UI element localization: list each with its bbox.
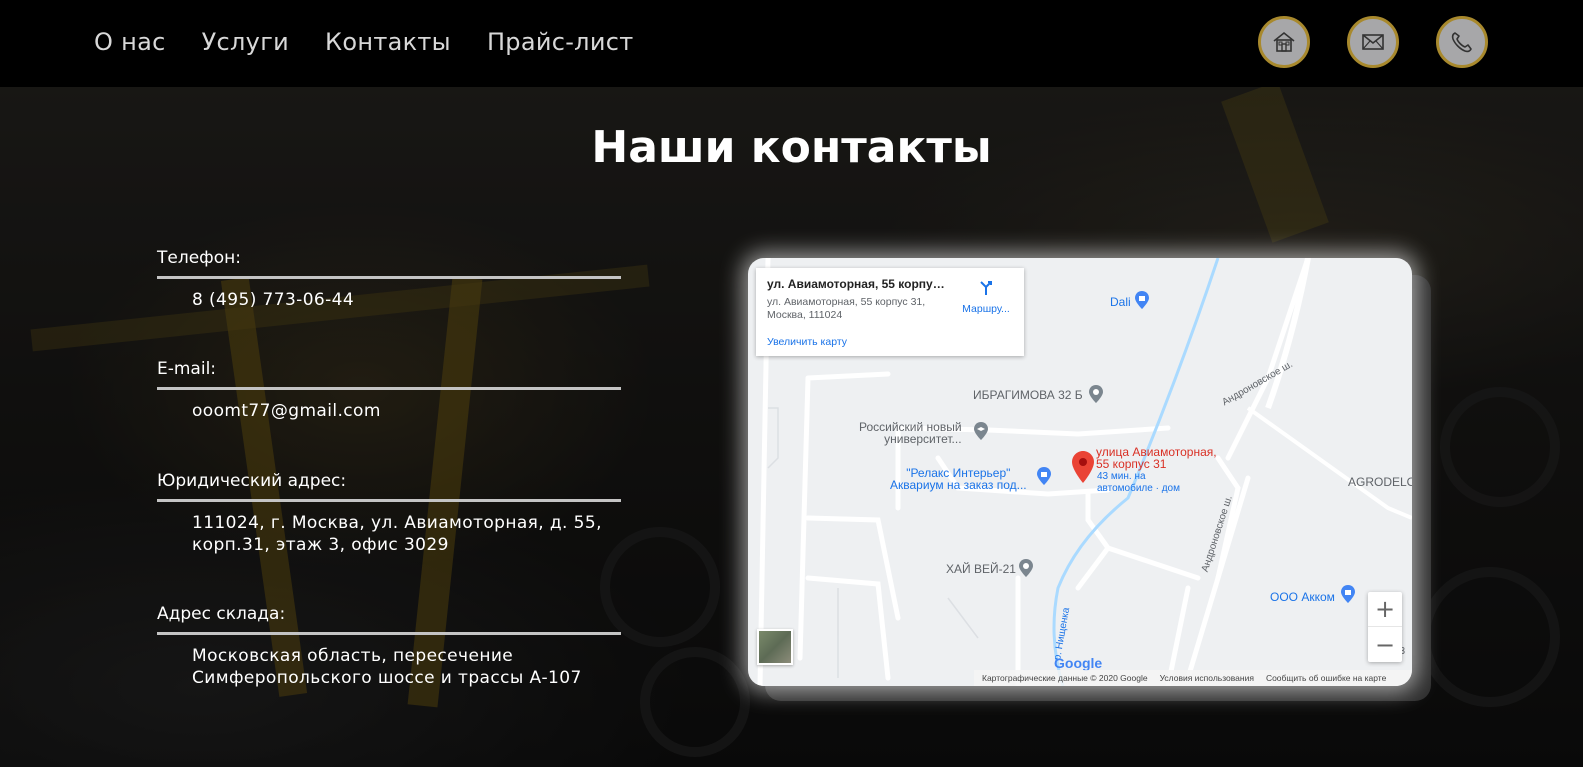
map-card-address: ул. Авиамоторная, 55 корпус 31, Москва, … — [767, 296, 947, 322]
map-card-title: ул. Авиамоторная, 55 корпу… — [767, 277, 945, 291]
map-place-university[interactable]: Российский новый университет... — [859, 421, 962, 445]
map-target-eta-line: автомобиле · дом — [1097, 483, 1180, 494]
shop-pin-icon[interactable] — [1340, 584, 1356, 604]
header-icons — [1258, 16, 1488, 68]
location-marker-icon[interactable] — [1071, 450, 1095, 484]
home-icon — [1273, 31, 1295, 52]
email-label: E-mail: — [157, 359, 621, 390]
phone-button[interactable] — [1436, 16, 1488, 68]
map-place-dali[interactable]: Dali — [1110, 296, 1131, 308]
map-card-address-line: ул. Авиамоторная, 55 корпус 31, — [767, 296, 926, 308]
directions-icon — [980, 281, 992, 295]
place-pin-icon[interactable] — [1088, 384, 1104, 404]
enlarge-map-link[interactable]: Увеличить карту — [767, 336, 847, 348]
map-terms-link[interactable]: Условия использования — [1160, 673, 1254, 683]
map-zoom-control: + − — [1368, 592, 1402, 662]
map-place-agrodelo[interactable]: AGRODELO — [1348, 476, 1412, 488]
embedded-map[interactable]: ул. Авиамоторная, 55 корпу… ул. Авиамото… — [748, 258, 1412, 686]
map-target-eta-line: 43 мин. на — [1097, 471, 1146, 482]
directions-button[interactable]: Маршру... — [956, 278, 1016, 315]
map-place-university-line: университет... — [884, 432, 962, 446]
home-button[interactable] — [1258, 16, 1310, 68]
legal-address-value: 111024, г. Москва, ул. Авиамоторная, д. … — [157, 512, 621, 556]
map-data-credit: Картографические данные © 2020 Google — [982, 673, 1148, 683]
phone-label: Телефон: — [157, 248, 621, 279]
warehouse-address-value: Московская область, пересечение Симфероп… — [157, 645, 621, 689]
warehouse-address-line: Московская область, пересечение — [192, 646, 514, 666]
map-place-relax-line: Аквариум на заказ под... — [890, 478, 1027, 492]
nav-item-price-list[interactable]: Прайс-лист — [487, 28, 634, 56]
map-place-hi-way[interactable]: ХАЙ ВЕЙ-21 — [946, 563, 1016, 575]
map-place-relax-interior[interactable]: "Релакс Интерьер" Аквариум на заказ под.… — [890, 467, 1027, 491]
zoom-out-button[interactable]: − — [1368, 627, 1402, 662]
map-card-address-line: Москва, 111024 — [767, 309, 843, 321]
map-report-link[interactable]: Сообщить об ошибке на карте — [1266, 673, 1386, 683]
page-title: Наши контакты — [591, 122, 992, 173]
warehouse-address-block: Адрес склада: Московская область, пересе… — [157, 604, 621, 689]
mail-icon — [1362, 34, 1384, 50]
legal-address-label: Юридический адрес: — [157, 471, 621, 502]
directions-label: Маршру... — [962, 303, 1010, 315]
phone-icon — [1451, 32, 1472, 53]
main-nav: О нас Услуги Контакты Прайс-лист — [94, 28, 634, 56]
university-pin-icon[interactable] — [973, 421, 989, 441]
phone-block: Телефон: 8 (495) 773-06-44 — [157, 248, 621, 311]
map-place-akkom[interactable]: ООО Акком — [1270, 591, 1335, 603]
legal-address-line: 111024, г. Москва, ул. Авиамоторная, д. … — [192, 513, 602, 533]
place-pin-icon[interactable] — [1018, 558, 1034, 578]
map-place-ibragimova[interactable]: ИБРАГИМОВА 32 Б — [973, 389, 1083, 401]
legal-address-block: Юридический адрес: 111024, г. Москва, ул… — [157, 471, 621, 556]
mail-button[interactable] — [1347, 16, 1399, 68]
warehouse-address-label: Адрес склада: — [157, 604, 621, 635]
phone-value[interactable]: 8 (495) 773-06-44 — [157, 289, 621, 311]
map-info-card: ул. Авиамоторная, 55 корпу… ул. Авиамото… — [756, 268, 1024, 356]
map-target-eta: 43 мин. на автомобиле · дом — [1097, 471, 1180, 495]
google-logo-text: Google — [1054, 655, 1103, 671]
email-value[interactable]: ooomt77@gmail.com — [157, 400, 621, 422]
map-target-line: 55 корпус 31 — [1096, 457, 1167, 471]
satellite-toggle[interactable] — [757, 629, 793, 665]
nav-item-services[interactable]: Услуги — [202, 28, 289, 56]
zoom-in-button[interactable]: + — [1368, 592, 1402, 627]
warehouse-address-line: Симферопольского шоссе и трассы А-107 — [192, 668, 582, 688]
map-target-label[interactable]: улица Авиамоторная, 55 корпус 31 — [1096, 446, 1217, 470]
shop-pin-icon[interactable] — [1134, 290, 1150, 310]
google-logo: Google — [1054, 655, 1102, 671]
nav-item-contacts[interactable]: Контакты — [325, 28, 451, 56]
header: О нас Услуги Контакты Прайс-лист — [0, 0, 1583, 87]
shop-pin-icon[interactable] — [1036, 466, 1052, 486]
email-block: E-mail: ooomt77@gmail.com — [157, 359, 621, 422]
map-attribution-bar: Картографические данные © 2020 Google Ус… — [974, 670, 1412, 686]
legal-address-line: корп.31, этаж 3, офис 3029 — [192, 535, 449, 555]
nav-item-about[interactable]: О нас — [94, 28, 166, 56]
